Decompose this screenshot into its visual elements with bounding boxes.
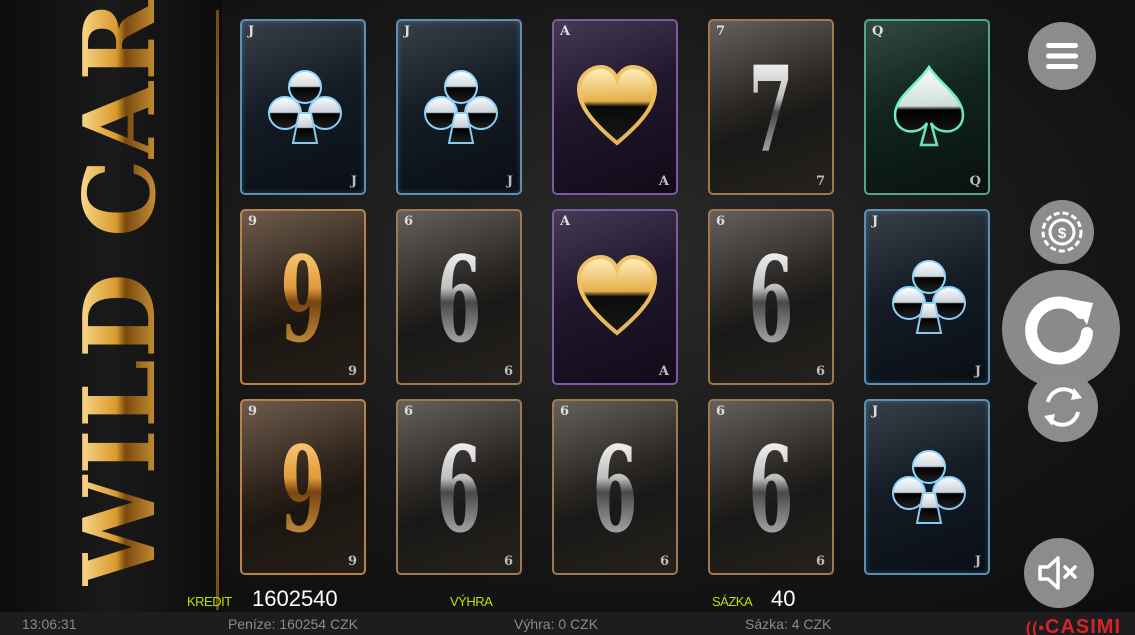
card-rank-top: J [872, 214, 879, 229]
card-rank-top: 6 [404, 214, 414, 229]
spin-button[interactable] [1002, 270, 1120, 388]
card-rank-top: J [872, 404, 879, 419]
brand-logo: ((•CASIMI [1026, 616, 1121, 635]
reel-card: AA [552, 209, 678, 385]
heart-suit-icon [576, 253, 658, 343]
card-rank-bottom: J [506, 174, 513, 189]
reel-card: JJ [240, 19, 366, 195]
card-big-rank: 9 [269, 241, 336, 359]
brand-name: CASIMI [1045, 616, 1121, 635]
card-big-rank: 6 [737, 431, 804, 549]
reel-card: QQ [864, 19, 990, 195]
card-rank-top: 6 [716, 404, 726, 419]
card-rank-bottom: 6 [815, 364, 825, 379]
card-rank-top: J [248, 24, 255, 39]
reel-card: 666 [396, 209, 522, 385]
card-rank-bottom: A [658, 174, 669, 189]
card-rank-top: 6 [404, 404, 414, 419]
credit-label: KREDIT [187, 594, 232, 609]
card-rank-top: 6 [716, 214, 726, 229]
club-suit-icon [421, 63, 501, 153]
autoplay-arrows-icon [1044, 387, 1082, 427]
reel-card: 666 [708, 399, 834, 575]
reel-card: 999 [240, 209, 366, 385]
card-rank-bottom: Q [969, 174, 981, 189]
reel-card: 666 [552, 399, 678, 575]
card-rank-top: 9 [248, 214, 258, 229]
card-rank-top: 6 [560, 404, 570, 419]
credit-value: 1602540 [252, 586, 338, 611]
reel-card: 666 [708, 209, 834, 385]
card-rank-bottom: J [974, 364, 981, 379]
reel-card: JJ [864, 209, 990, 385]
card-rank-bottom: 9 [347, 554, 357, 569]
svg-text:$: $ [1058, 225, 1067, 242]
title-divider [216, 10, 219, 610]
reel-card: 666 [396, 399, 522, 575]
card-big-rank: 9 [269, 431, 336, 549]
hamburger-menu-icon [1046, 43, 1078, 69]
title-panel: WILD CARD [0, 0, 222, 612]
reel-card: 777 [708, 19, 834, 195]
brand-mark-icon: ((• [1025, 620, 1045, 635]
game-title: WILD CARD [63, 0, 178, 586]
card-rank-bottom: 7 [815, 174, 825, 189]
card-big-rank: 6 [581, 431, 648, 549]
status-bar: 13:06:31 Peníze: 160254 CZK Výhra: 0 CZK… [0, 612, 1135, 635]
card-rank-top: 7 [716, 24, 726, 39]
reel-card: JJ [396, 19, 522, 195]
reel-card: JJ [864, 399, 990, 575]
money-status: Peníze: 160254 CZK [228, 616, 358, 632]
menu-button[interactable] [1028, 22, 1096, 90]
card-rank-top: A [560, 24, 571, 39]
spade-suit-icon [889, 63, 969, 153]
spin-arrow-icon [1025, 296, 1093, 365]
reels-grid: JJ 999999JJ 666666AA AA 666777666666QQ J… [240, 14, 1030, 584]
card-rank-top: A [560, 214, 571, 229]
club-suit-icon [265, 63, 345, 153]
bet-coin-button[interactable]: $ [1030, 200, 1094, 264]
club-suit-icon [889, 443, 969, 533]
card-rank-top: Q [872, 24, 884, 39]
card-rank-bottom: 6 [659, 554, 669, 569]
card-rank-bottom: 6 [815, 554, 825, 569]
card-big-rank: 6 [425, 241, 492, 359]
club-suit-icon [889, 253, 969, 343]
card-rank-bottom: J [974, 554, 981, 569]
bet-value: 40 [771, 586, 796, 611]
card-rank-top: 9 [248, 404, 258, 419]
reel-card: 999 [240, 399, 366, 575]
dollar-coin-icon: $ [1041, 211, 1083, 253]
bet-status: Sázka: 4 CZK [745, 616, 832, 632]
card-rank-bottom: 9 [347, 364, 357, 379]
card-big-rank: 6 [737, 241, 804, 359]
autoplay-button[interactable] [1028, 372, 1098, 442]
game-stage: WILD CARD JJ 999999JJ 666666AA AA 666777… [0, 0, 1135, 635]
card-rank-top: J [404, 24, 411, 39]
clock: 13:06:31 [22, 616, 77, 632]
heart-suit-icon [576, 63, 658, 153]
win-status: Výhra: 0 CZK [514, 616, 599, 632]
bet-label: SÁZKA [712, 594, 753, 609]
card-big-rank: 7 [737, 51, 804, 169]
info-bar: KREDIT 1602540 VÝHRA SÁZKA 40 [0, 584, 1135, 612]
reel-card: AA [552, 19, 678, 195]
card-rank-bottom: A [658, 364, 669, 379]
win-label: VÝHRA [450, 594, 493, 609]
card-rank-bottom: J [350, 174, 357, 189]
card-rank-bottom: 6 [503, 364, 513, 379]
card-rank-bottom: 6 [503, 554, 513, 569]
card-big-rank: 6 [425, 431, 492, 549]
